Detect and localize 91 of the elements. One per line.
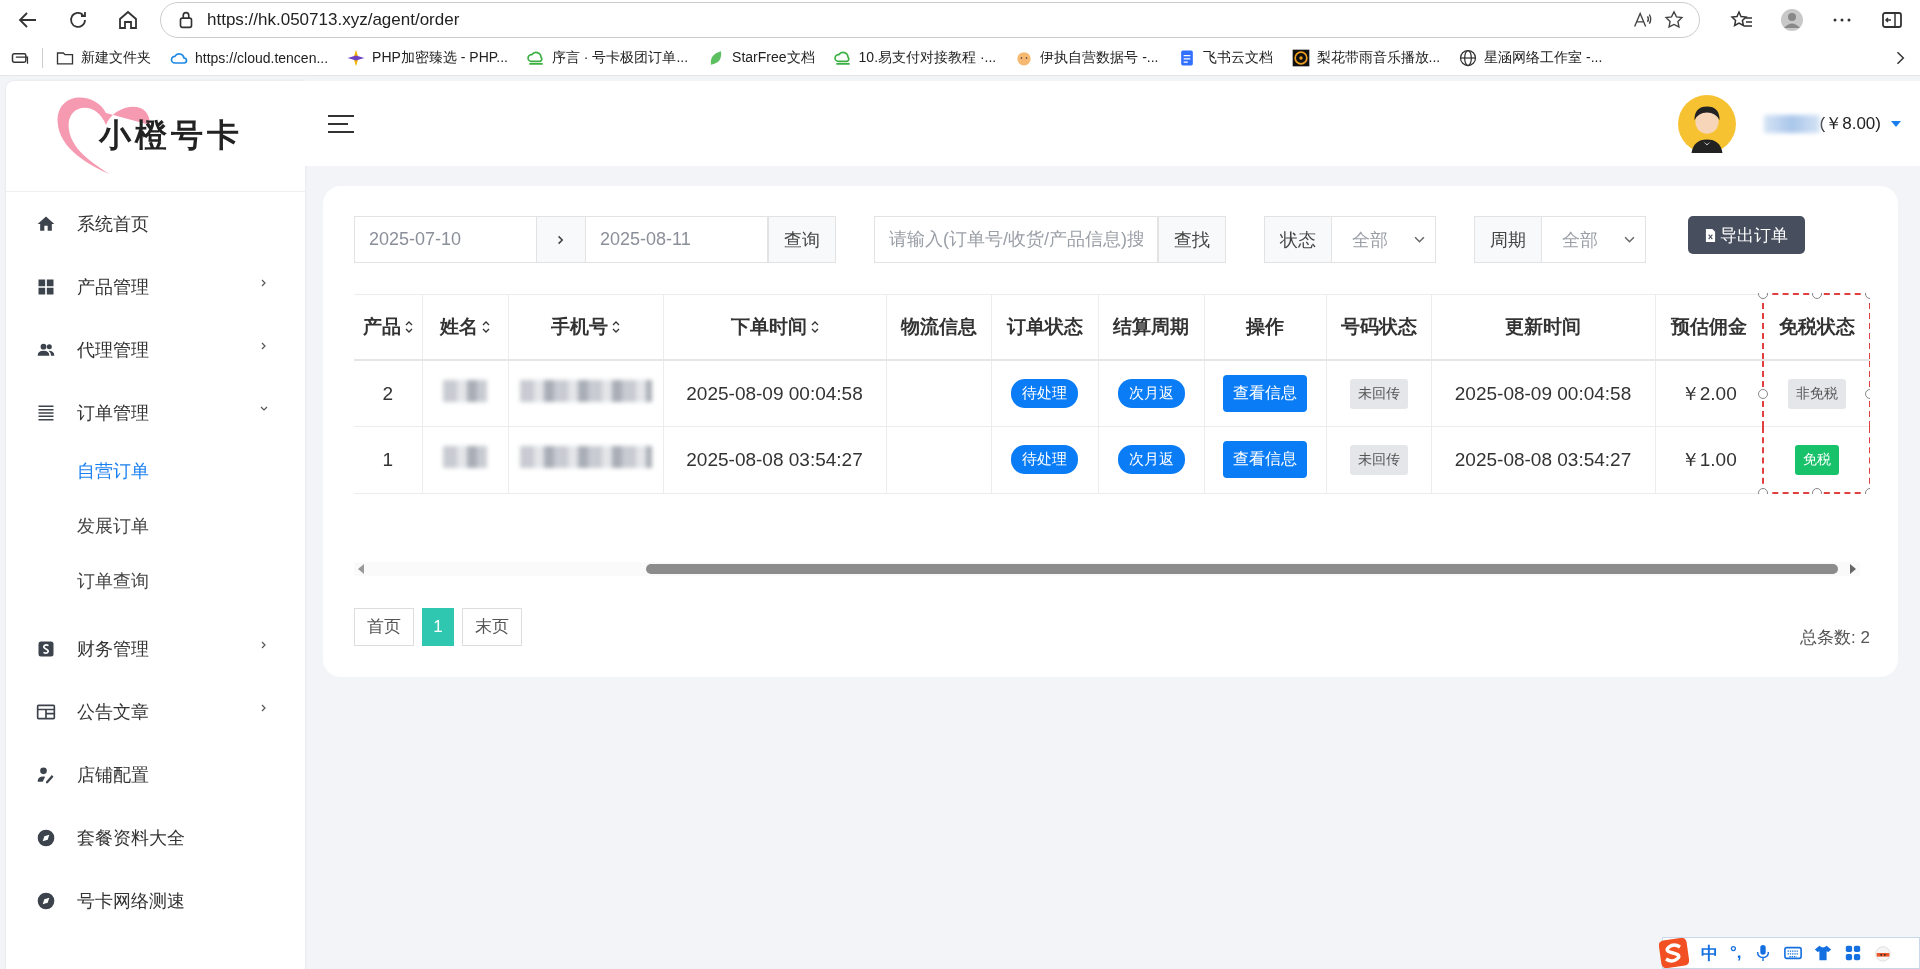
profile-icon[interactable] <box>1780 8 1804 32</box>
bookmark[interactable]: 星涵网络工作室 -... <box>1458 47 1603 68</box>
bookmark[interactable]: 飞书云文档 <box>1176 47 1273 68</box>
mascot-icon[interactable] <box>1873 944 1892 962</box>
sidebar-item[interactable]: 代理管理 <box>6 318 305 381</box>
bookmark[interactable]: PHP加密臻选 - PHP... <box>346 47 508 68</box>
table-cell: 2025-08-09 00:04:58 <box>663 360 886 427</box>
query-button[interactable]: 查询 <box>768 216 836 263</box>
sort-icon <box>404 319 413 334</box>
compass-icon <box>36 827 56 848</box>
sidebar-item[interactable]: 套餐资料大全 <box>6 806 305 869</box>
sidebar-subitem[interactable]: 自营订单 <box>6 444 305 499</box>
blurred-name <box>443 446 487 469</box>
compass-icon <box>36 890 56 911</box>
home-icon[interactable] <box>116 8 140 32</box>
sort-icon <box>810 319 819 334</box>
number-status-badge: 未回传 <box>1349 444 1408 475</box>
column-header: 物流信息 <box>886 294 991 360</box>
tax-status-badge: 非免税 <box>1787 378 1846 409</box>
sidebar-item[interactable]: 产品管理 <box>6 255 305 318</box>
cycle-label: 周期 <box>1474 216 1542 263</box>
caret-down-icon[interactable] <box>1891 120 1901 127</box>
bookmark[interactable]: https://cloud.tencen... <box>169 47 329 68</box>
column-header: 操作 <box>1204 294 1326 360</box>
cycle-badge: 次月返 <box>1117 445 1185 475</box>
shirt-icon[interactable] <box>1813 944 1832 962</box>
sidebar-subitem[interactable]: 发展订单 <box>6 499 305 554</box>
table-cell: 2025-08-08 03:54:27 <box>663 426 886 493</box>
search-button[interactable]: 查找 <box>1158 216 1226 263</box>
bookmark[interactable]: 新建文件夹 <box>55 47 151 68</box>
status-badge: 待处理 <box>1011 445 1078 475</box>
sidebar-item[interactable]: 财务管理 <box>6 617 305 680</box>
disc-icon <box>1290 47 1311 68</box>
bookmark[interactable]: 伊执自营数据号 -... <box>1014 47 1159 68</box>
last-page-button[interactable]: 末页 <box>462 607 522 646</box>
column-header: 更新时间 <box>1431 294 1655 360</box>
column-header[interactable]: 手机号 <box>508 294 663 360</box>
column-header: 结算周期 <box>1098 294 1204 360</box>
sidebar-item[interactable]: 公告文章 <box>6 680 305 743</box>
total-count: 总条数: 2 <box>1800 627 1870 649</box>
blurred-name <box>443 380 487 402</box>
bookmark[interactable]: 序言 · 号卡极团订单... <box>526 47 689 68</box>
column-header: 订单状态 <box>991 294 1098 360</box>
number-status-badge: 未回传 <box>1349 378 1408 409</box>
export-orders-button[interactable]: 导出订单 <box>1688 216 1805 254</box>
star-icon[interactable] <box>1663 9 1685 31</box>
blurred-username <box>1763 114 1820 133</box>
logo-text: 小橙号卡 <box>98 115 243 156</box>
menu-icon[interactable] <box>327 113 355 134</box>
table-cell: 2025-08-08 03:54:27 <box>1431 426 1655 493</box>
tax-status-badge: 免税 <box>1794 444 1839 475</box>
chevron-down-icon <box>1624 236 1635 243</box>
bookmark[interactable]: StarFree文档 <box>706 47 815 68</box>
chevron-down-icon <box>1414 236 1425 243</box>
table-cell: 2025-08-09 00:04:58 <box>1431 360 1655 427</box>
first-page-button[interactable]: 首页 <box>354 607 414 646</box>
scrollbar-thumb[interactable] <box>646 564 1838 574</box>
column-header: 预估佣金 <box>1655 294 1763 360</box>
column-header: 号码状态 <box>1326 294 1431 360</box>
sort-icon <box>612 319 620 334</box>
cycle-badge: 次月返 <box>1117 379 1185 408</box>
table-cell: 1 <box>354 426 422 493</box>
scroll-left-icon[interactable] <box>358 564 366 574</box>
avatar-icon[interactable] <box>1677 94 1736 153</box>
sort-icon <box>482 319 490 334</box>
input-method-logo-icon[interactable] <box>1659 938 1689 968</box>
view-info-button[interactable]: 查看信息 <box>1223 375 1307 412</box>
bookmark[interactable]: 10.易支付对接教程 ·... <box>832 47 997 68</box>
column-header[interactable]: 产品 <box>354 294 422 360</box>
sidebar-subitem[interactable]: 订单查询 <box>6 554 305 609</box>
view-info-button[interactable]: 查看信息 <box>1223 441 1307 479</box>
scroll-right-icon[interactable] <box>1848 564 1856 574</box>
address-bar[interactable]: https://hk.050713.xyz/agent/order <box>160 2 1700 38</box>
sidebar-item[interactable]: 订单管理 <box>6 381 305 444</box>
sidebar-item[interactable]: 系统首页 <box>6 192 305 255</box>
horizontal-scrollbar[interactable] <box>354 562 1860 576</box>
column-header[interactable]: 姓名 <box>422 294 508 360</box>
file-icon <box>1705 228 1716 242</box>
sidebar-item[interactable]: 号卡网络测速 <box>6 869 305 932</box>
punctuation-toggle[interactable]: °, <box>1730 943 1742 963</box>
keyboard-icon[interactable] <box>1783 944 1802 962</box>
status-badge: 待处理 <box>1011 379 1078 408</box>
bookmark[interactable]: 梨花带雨音乐播放... <box>1290 47 1441 68</box>
grid-icon[interactable] <box>1843 944 1862 962</box>
account-balance[interactable]: (￥8.00) <box>1819 112 1881 135</box>
globe-icon <box>1458 47 1479 68</box>
column-header[interactable]: 下单时间 <box>663 294 886 360</box>
status-label: 状态 <box>1264 216 1332 263</box>
sidebar-item[interactable]: 店铺配置 <box>6 743 305 806</box>
input-mode-toggle[interactable]: 中 <box>1701 941 1718 965</box>
table-cell: 2 <box>354 360 422 427</box>
